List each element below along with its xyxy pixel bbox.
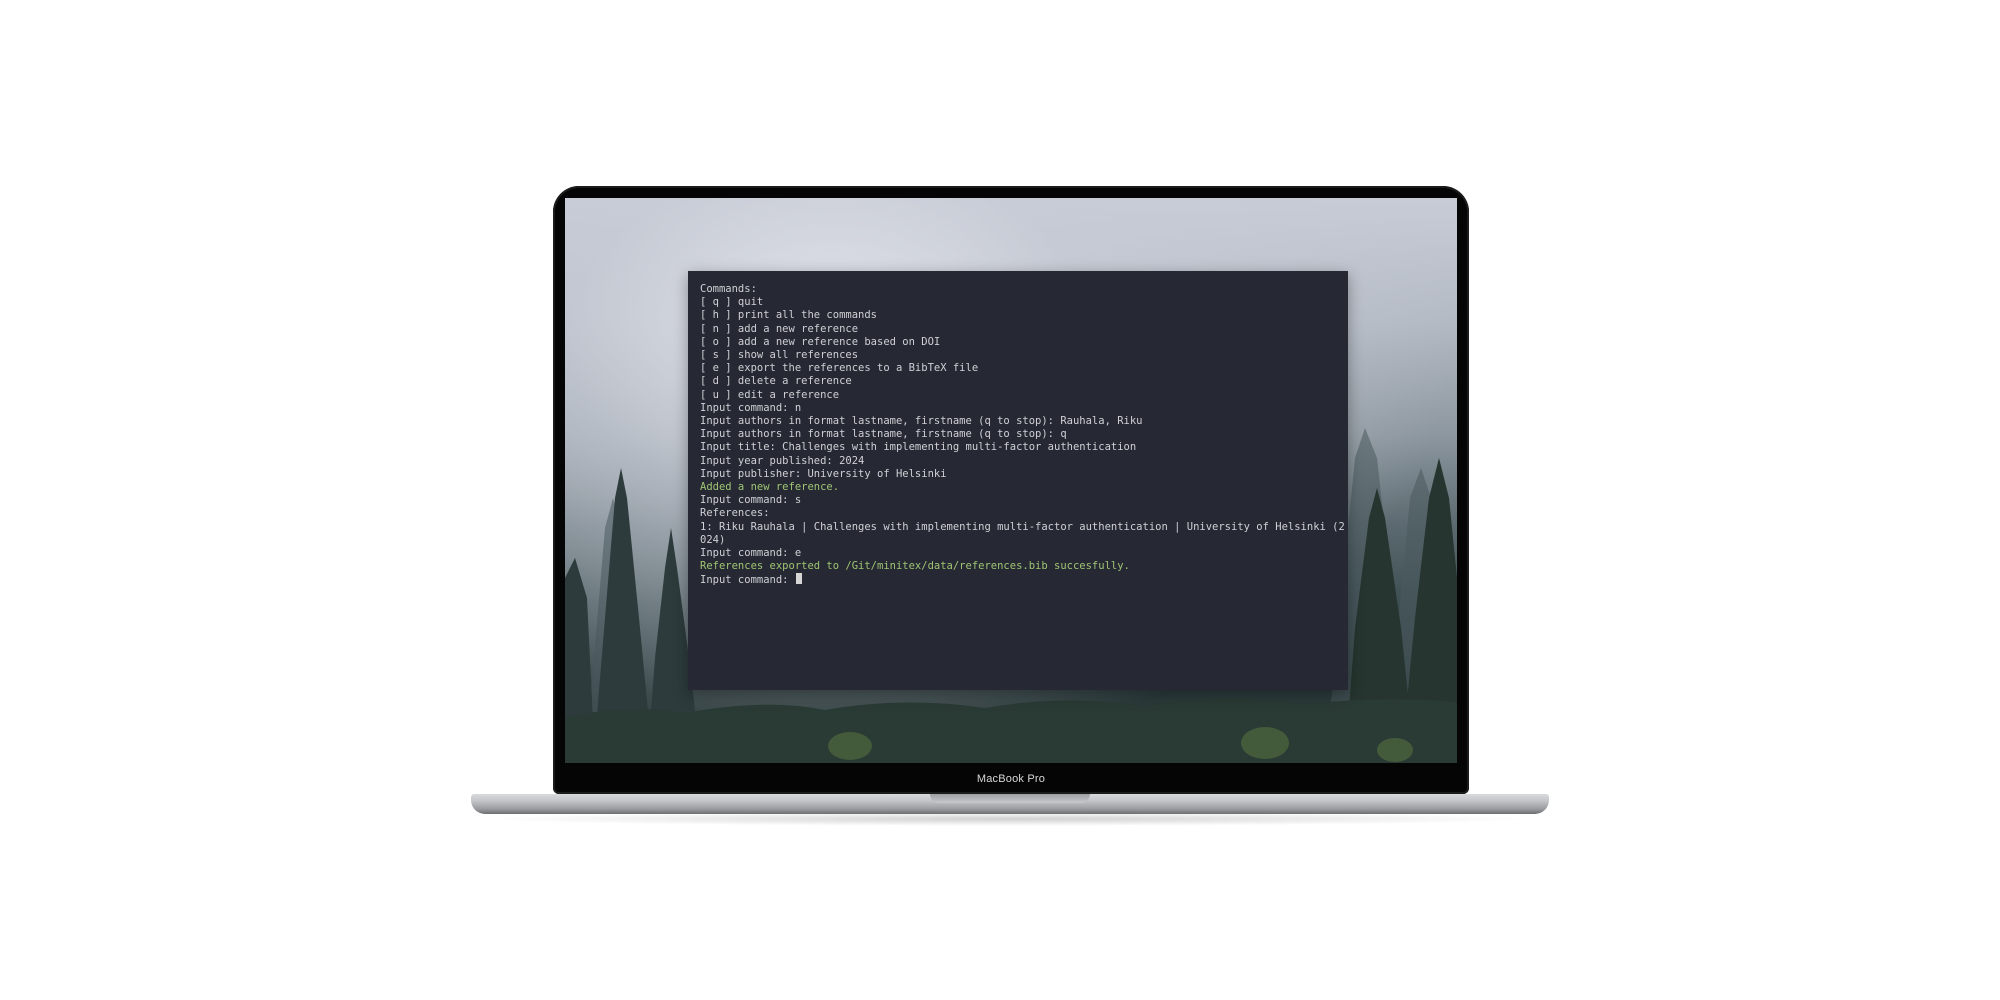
laptop-mockup: Commands:[ q ] quit[ h ] print all the c…	[0, 0, 2000, 1000]
bezel-bottom: MacBook Pro	[565, 763, 1457, 794]
terminal-prompt: Input command:	[700, 574, 795, 587]
terminal-line: [ q ] quit	[700, 296, 764, 309]
terminal-line: Input command: s	[700, 494, 802, 507]
terminal-line: Input year published: 2024	[700, 454, 865, 467]
terminal-line: [ d ] delete a reference	[700, 375, 852, 388]
terminal-line: Commands:	[700, 283, 757, 295]
terminal-line: Input command: e	[700, 547, 802, 560]
terminal-line: [ h ] print all the commands	[700, 309, 878, 322]
terminal-success-line: Added a new reference.	[700, 481, 840, 494]
device-brand-label: MacBook Pro	[976, 772, 1046, 785]
terminal-line: Input authors in format lastname, firstn…	[700, 415, 1143, 428]
terminal-line: 1: Riku Rauhala | Challenges with implem…	[700, 520, 1345, 533]
terminal-line: [ e ] export the references to a BibTeX …	[700, 362, 979, 375]
terminal-success-line: References exported to /Git/minitex/data…	[700, 560, 1130, 573]
terminal-line: References:	[700, 507, 770, 520]
laptop-opening-notch	[930, 794, 1090, 803]
terminal-line: [ u ] edit a reference	[700, 388, 840, 401]
terminal-line: Input publisher: University of Helsinki	[700, 467, 947, 480]
terminal-line: 024)	[700, 533, 726, 546]
terminal-line: Input command: n	[700, 401, 802, 414]
laptop-shadow	[480, 812, 1540, 826]
terminal-line: [ s ] show all references	[700, 349, 859, 362]
terminal-line: [ n ] add a new reference	[700, 322, 859, 335]
terminal-prompt-line[interactable]: Input command:	[700, 573, 1336, 587]
terminal-output: Commands:[ q ] quit[ h ] print all the c…	[700, 283, 1345, 573]
terminal-line: Input title: Challenges with implementin…	[700, 441, 1137, 454]
terminal-line: Input authors in format lastname, firstn…	[700, 428, 1067, 441]
terminal-line: [ o ] add a new reference based on DOI	[700, 335, 941, 348]
text-cursor	[795, 573, 802, 585]
terminal-window[interactable]: Commands:[ q ] quit[ h ] print all the c…	[688, 271, 1348, 690]
